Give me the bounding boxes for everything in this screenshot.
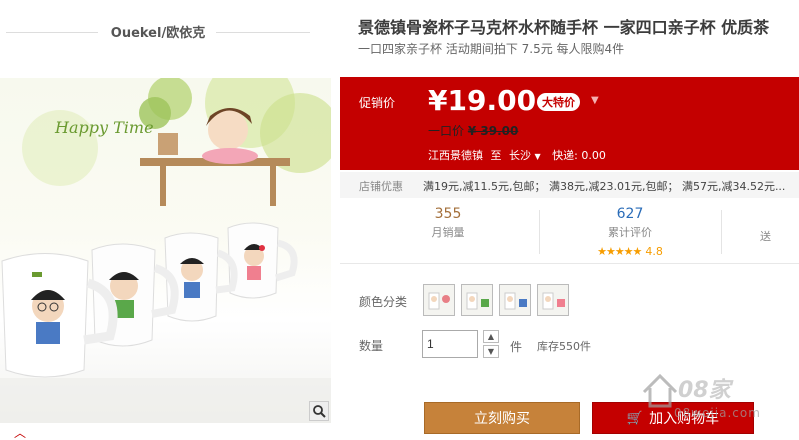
chevron-up-icon[interactable]: ︿ bbox=[14, 424, 26, 440]
coupon-row: 店铺优惠 满19元,减11.5元,包邮； 满38元,减23.01元,包邮； 满5… bbox=[340, 172, 799, 198]
stock-count: 库存550件 bbox=[537, 340, 591, 353]
product-subtitle: 一口四家亲子杯 活动期间拍下 7.5元 每人限购4件 bbox=[358, 42, 625, 56]
buy-now-button[interactable]: 立刻购买 bbox=[424, 402, 580, 434]
rating-row: ★★★★★ 4.8 bbox=[575, 240, 685, 259]
chevron-up-icon: ▲ bbox=[487, 332, 495, 341]
caret-down-icon[interactable]: ▼ bbox=[591, 95, 599, 106]
star-icons: ★★★★★ bbox=[597, 245, 642, 258]
product-illustration: Happy Time bbox=[0, 78, 331, 423]
stats-row: 355 月销量 627 累计评价 ★★★★★ 4.8 送 bbox=[340, 198, 799, 264]
image-text: Happy Time bbox=[54, 118, 154, 137]
original-price-row: 一口价 ¥ 39.00 bbox=[428, 122, 518, 139]
product-title: 景德镇骨瓷杯子马克杯水杯随手杯 一家四口亲子杯 优质茶 bbox=[358, 18, 770, 37]
third-stat-label: 送 bbox=[760, 230, 771, 243]
express-fee: 快递: 0.00 bbox=[552, 149, 606, 162]
coupon-label: 店铺优惠 bbox=[359, 180, 403, 193]
price-tag-badge: 大特价 bbox=[537, 93, 580, 111]
product-main-image[interactable]: Happy Time bbox=[0, 78, 331, 423]
quantity-input[interactable] bbox=[422, 330, 478, 358]
brand-name[interactable]: Ouekel/欧依克 bbox=[0, 22, 316, 41]
third-stat: 送 bbox=[760, 206, 799, 244]
color-option-row: 颜色分类 bbox=[340, 284, 799, 318]
coupon-text[interactable]: 满19元,减11.5元,包邮； 满38元,减23.01元,包邮； 满57元,减3… bbox=[423, 178, 785, 194]
to-word: 至 bbox=[490, 149, 502, 162]
promo-label: 促销价 bbox=[359, 96, 396, 110]
monthly-sales: 355 月销量 bbox=[393, 206, 503, 240]
brand-bar: Ouekel/欧依克 bbox=[0, 0, 340, 66]
original-price-label: 一口价 bbox=[428, 124, 465, 138]
divider bbox=[539, 210, 540, 254]
quantity-unit: 件 bbox=[510, 340, 523, 354]
mug-4 bbox=[227, 222, 298, 299]
reviews[interactable]: 627 累计评价 ★★★★★ 4.8 bbox=[575, 206, 685, 259]
ship-to-selector[interactable]: 长沙 ▼ bbox=[509, 149, 541, 162]
house-icon bbox=[642, 373, 678, 408]
caret-down-icon: ▼ bbox=[534, 152, 541, 161]
watermark: 08家 08wojia.com bbox=[640, 360, 799, 440]
left-column: Ouekel/欧依克 Happy Time ︿ bbox=[0, 0, 340, 440]
chevron-down-icon: ▼ bbox=[487, 347, 495, 356]
ship-from: 江西景德镇 bbox=[428, 149, 483, 162]
watermark-url: 08wojia.com bbox=[674, 406, 761, 420]
color-swatch-2[interactable] bbox=[461, 284, 493, 316]
magnifier-icon bbox=[313, 405, 326, 418]
quantity-increase-button[interactable]: ▲ bbox=[483, 330, 499, 343]
watermark-text: 08家 bbox=[678, 378, 731, 403]
color-swatch-4[interactable] bbox=[537, 284, 569, 316]
monthly-sales-label: 月销量 bbox=[431, 226, 465, 239]
color-label: 颜色分类 bbox=[359, 295, 408, 309]
shipping-row: 江西景德镇 至 长沙 ▼ 快递: 0.00 bbox=[428, 147, 606, 163]
rating-value: 4.8 bbox=[645, 245, 663, 258]
zoom-button[interactable] bbox=[309, 401, 329, 421]
quantity-decrease-button[interactable]: ▼ bbox=[483, 345, 499, 358]
reviews-label: 累计评价 bbox=[608, 226, 652, 239]
reviews-value: 627 bbox=[616, 206, 644, 222]
promo-price: ¥19.00 bbox=[428, 84, 537, 117]
quantity-label: 数量 bbox=[359, 339, 384, 353]
color-swatch-1[interactable] bbox=[423, 284, 455, 316]
price-panel: 促销价 ¥19.00 大特价 ▼ 一口价 ¥ 39.00 江西景德镇 至 长沙 … bbox=[340, 77, 799, 170]
original-price: ¥ 39.00 bbox=[467, 124, 519, 138]
divider bbox=[721, 210, 722, 254]
color-swatch-3[interactable] bbox=[499, 284, 531, 316]
monthly-sales-value: 355 bbox=[434, 206, 462, 222]
